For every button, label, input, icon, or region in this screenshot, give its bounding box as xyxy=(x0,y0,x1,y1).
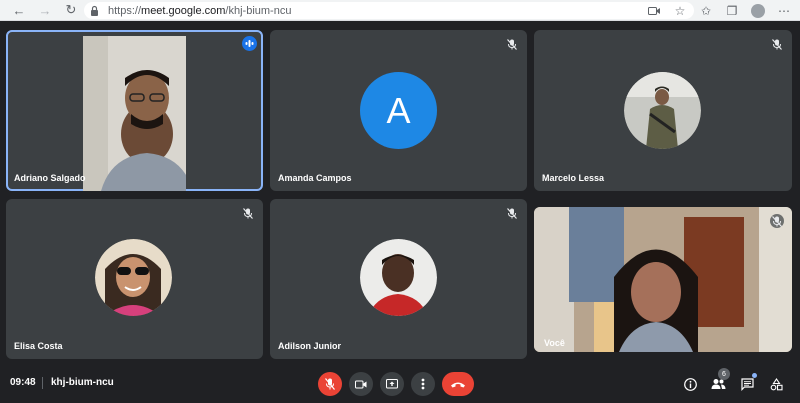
collections-icon[interactable]: ❐ xyxy=(722,2,742,19)
more-menu-icon[interactable]: ⋯ xyxy=(774,2,794,19)
participant-name: Você xyxy=(544,338,565,348)
unread-indicator xyxy=(752,373,757,378)
participant-tile-adriano[interactable]: Adriano Salgado xyxy=(6,30,263,191)
participant-tile-amanda[interactable]: A Amanda Campos xyxy=(270,30,527,191)
meeting-code: khj-bium-ncu xyxy=(51,377,114,388)
mic-off-icon xyxy=(505,37,519,51)
present-screen-button[interactable] xyxy=(380,372,404,396)
participant-name: Elisa Costa xyxy=(14,341,63,351)
speaking-indicator-icon xyxy=(242,36,257,51)
forward-icon[interactable]: → xyxy=(32,1,58,19)
camera-toggle-button[interactable] xyxy=(349,372,373,396)
url-host: meet.google.com xyxy=(141,4,226,17)
divider xyxy=(42,377,43,389)
participant-tile-elisa[interactable]: Elisa Costa xyxy=(6,199,263,359)
more-vertical-icon xyxy=(421,378,425,390)
mic-off-icon xyxy=(770,214,784,228)
mic-toggle-button[interactable] xyxy=(318,372,342,396)
participant-name: Marcelo Lessa xyxy=(542,173,605,183)
avatar xyxy=(360,239,437,316)
activities-button[interactable] xyxy=(766,374,786,394)
participant-tile-self[interactable]: Você xyxy=(534,207,792,352)
meeting-details-button[interactable] xyxy=(680,374,700,394)
activities-icon xyxy=(770,377,783,390)
participant-tile-marcelo[interactable]: Marcelo Lessa xyxy=(534,30,792,191)
mic-off-icon xyxy=(505,206,519,220)
avatar: A xyxy=(360,72,437,149)
url-path: /khj-bium-ncu xyxy=(225,4,292,17)
more-options-button[interactable] xyxy=(411,372,435,396)
camera-permission-icon[interactable] xyxy=(644,2,664,19)
avatar xyxy=(95,239,172,316)
video-feed xyxy=(83,36,186,191)
mic-off-icon xyxy=(770,37,784,51)
address-bar[interactable]: https://meet.google.com/khj-bium-ncu xyxy=(84,2,694,19)
leave-call-button[interactable] xyxy=(442,372,474,396)
participant-count-badge: 6 xyxy=(718,368,730,380)
reload-icon[interactable]: ↻ xyxy=(58,1,84,19)
participant-tile-adilson[interactable]: Adilson Junior xyxy=(270,199,527,359)
back-icon[interactable]: ← xyxy=(6,1,32,19)
info-icon xyxy=(683,377,697,391)
profile-avatar[interactable] xyxy=(748,2,768,19)
mic-off-icon xyxy=(241,206,255,220)
url-prefix: https:// xyxy=(108,4,142,17)
participant-name: Amanda Campos xyxy=(278,173,352,183)
meeting-controls-bar: 09:48 khj-bium-ncu 6 xyxy=(0,366,800,403)
present-icon xyxy=(386,379,398,389)
browser-toolbar: ← → ↻ https://meet.google.com/khj-bium-n… xyxy=(0,0,800,21)
mic-off-icon xyxy=(325,378,335,390)
meeting-time: 09:48 xyxy=(10,377,36,388)
chat-button[interactable] xyxy=(737,373,757,394)
participant-name: Adriano Salgado xyxy=(14,173,86,183)
video-camera-icon xyxy=(355,380,367,388)
avatar xyxy=(624,72,701,149)
bookmark-star-icon[interactable]: ☆ xyxy=(670,2,690,19)
hang-up-icon xyxy=(451,382,465,387)
favorites-icon[interactable]: ✩ xyxy=(696,2,716,19)
video-feed xyxy=(534,207,792,352)
lock-icon xyxy=(90,5,102,17)
participants-button[interactable]: 6 xyxy=(708,368,730,394)
participant-name: Adilson Junior xyxy=(278,341,341,351)
chat-icon xyxy=(740,377,754,391)
